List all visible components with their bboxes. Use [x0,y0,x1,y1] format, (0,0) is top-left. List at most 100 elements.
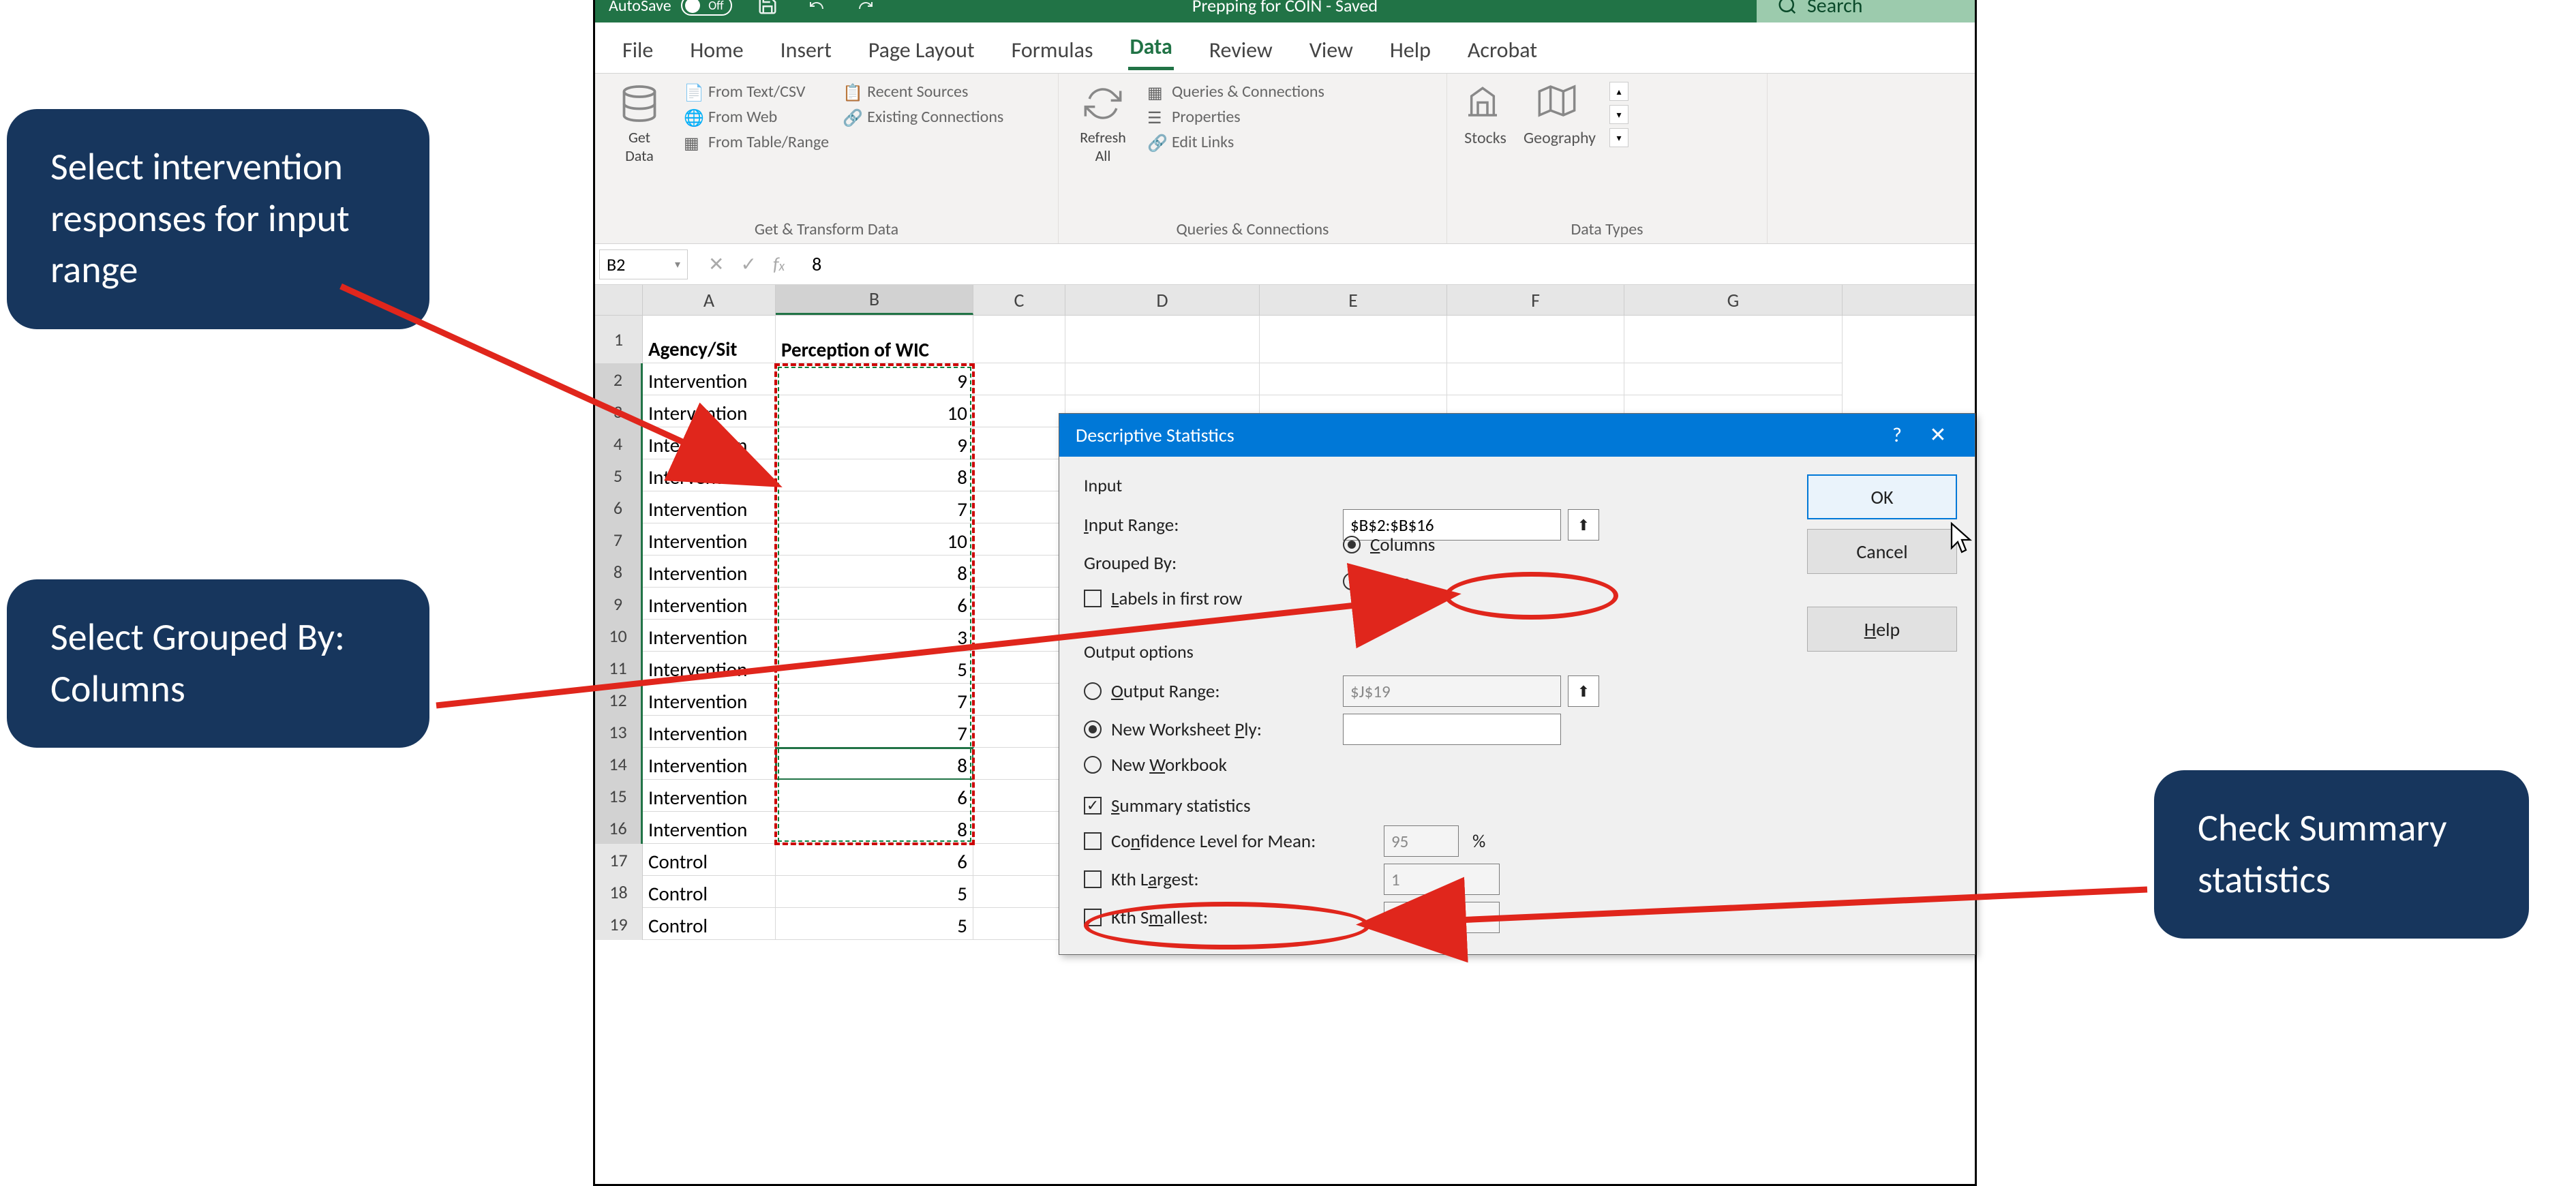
row-header[interactable]: 13 [595,716,643,748]
cell[interactable]: 6 [776,844,973,876]
row-header[interactable]: 5 [595,459,643,491]
cell[interactable]: Intervention [643,491,776,523]
tab-home[interactable]: Home [688,33,744,70]
cell[interactable]: Intervention [643,620,776,652]
output-range-field[interactable] [1343,675,1561,707]
tab-insert[interactable]: Insert [779,33,833,70]
help-button[interactable]: Help [1807,607,1957,652]
cancel-button[interactable]: Cancel [1807,529,1957,574]
cell[interactable] [973,588,1065,620]
properties[interactable]: ☰Properties [1147,107,1324,127]
cell[interactable]: 5 [776,652,973,684]
save-icon[interactable] [754,0,781,16]
cell[interactable]: 8 [776,748,973,780]
tab-file[interactable]: File [621,33,654,70]
tab-formulas[interactable]: Formulas [1010,33,1095,70]
row-header[interactable]: 14 [595,748,643,780]
cell[interactable]: Intervention [643,812,776,844]
range-selector-icon[interactable]: ⬆ [1568,675,1599,707]
row-header[interactable]: 12 [595,684,643,716]
cell[interactable]: Intervention [643,459,776,491]
refresh-all-button[interactable]: Refresh All [1072,82,1134,165]
cell[interactable]: Intervention [643,556,776,588]
tab-page-layout[interactable]: Page Layout [867,33,976,70]
cell[interactable] [1447,363,1624,395]
cell[interactable]: 7 [776,716,973,748]
row-header[interactable]: 1 [595,316,643,363]
cell[interactable] [973,876,1065,908]
cell[interactable] [973,748,1065,780]
cell[interactable] [1065,363,1260,395]
row-header[interactable]: 8 [595,556,643,588]
cell[interactable]: Control [643,844,776,876]
cell[interactable]: Agency/Sit [643,316,776,363]
select-all-corner[interactable] [595,285,643,315]
col-header-g[interactable]: G [1624,285,1843,315]
row-header[interactable]: 3 [595,395,643,427]
data-types-scroll[interactable]: ▴ ▾ ▾ [1609,82,1630,147]
new-workbook-radio[interactable]: New Workbook [1084,748,1787,781]
cell[interactable]: Intervention [643,716,776,748]
cell[interactable]: 10 [776,523,973,556]
row-header[interactable]: 11 [595,652,643,684]
row-header[interactable]: 18 [595,876,643,908]
grouped-columns-radio[interactable]: Columns [1343,528,1435,561]
cell[interactable]: 5 [776,876,973,908]
summary-statistics-checkbox[interactable]: Summary statistics [1084,789,1787,822]
cell[interactable]: 5 [776,908,973,940]
row-header[interactable]: 17 [595,844,643,876]
confidence-level-checkbox[interactable]: Confidence Level for Mean: [1084,825,1377,857]
cell[interactable] [973,684,1065,716]
recent-sources[interactable]: 📋Recent Sources [843,82,1003,102]
cell[interactable] [973,459,1065,491]
cell[interactable]: Intervention [643,523,776,556]
cell[interactable]: Intervention [643,780,776,812]
dialog-titlebar[interactable]: Descriptive Statistics ? ✕ [1059,414,1975,457]
cell[interactable]: Control [643,908,776,940]
cell[interactable]: 8 [776,459,973,491]
tab-view[interactable]: View [1308,33,1354,70]
col-header-d[interactable]: D [1065,285,1260,315]
row-header[interactable]: 19 [595,908,643,940]
row-header[interactable]: 10 [595,620,643,652]
range-selector-icon[interactable]: ⬆ [1568,509,1599,541]
cell[interactable] [1260,316,1447,363]
chevron-down-icon[interactable]: ▾ [675,258,680,271]
enter-formula-icon[interactable]: ✓ [740,252,756,276]
row-header[interactable]: 15 [595,780,643,812]
cell[interactable]: Intervention [643,395,776,427]
cell[interactable]: Intervention [643,588,776,620]
edit-links[interactable]: 🔗Edit Links [1147,132,1324,152]
geography-button[interactable]: Geography [1524,82,1596,148]
fx-icon[interactable]: fx [773,252,785,276]
cell[interactable] [1624,316,1843,363]
cell[interactable]: 9 [776,363,973,395]
row-header[interactable]: 4 [595,427,643,459]
queries-connections[interactable]: ▦Queries & Connections [1147,82,1324,102]
cell[interactable]: 8 [776,556,973,588]
cell[interactable]: 10 [776,395,973,427]
from-web[interactable]: 🌐From Web [684,107,829,127]
cell[interactable]: Intervention [643,363,776,395]
new-worksheet-radio[interactable]: New Worksheet Ply: [1084,713,1336,746]
col-header-c[interactable]: C [973,285,1065,315]
tab-review[interactable]: Review [1208,33,1274,70]
grouped-rows-radio[interactable]: Rows [1343,565,1435,598]
cell[interactable]: 6 [776,780,973,812]
search-box[interactable]: Search [1757,0,1975,22]
cancel-formula-icon[interactable]: ✕ [708,252,724,276]
cell[interactable]: Perception of WIC [776,316,973,363]
row-header[interactable]: 2 [595,363,643,395]
col-header-e[interactable]: E [1260,285,1447,315]
more-icon[interactable]: ▾ [1609,128,1628,147]
cell[interactable] [1065,316,1260,363]
close-icon[interactable]: ✕ [1918,423,1958,448]
cell[interactable]: Intervention [643,748,776,780]
output-range-radio[interactable]: Output Range: [1084,675,1336,708]
cell[interactable] [973,363,1065,395]
cell[interactable]: 3 [776,620,973,652]
name-box[interactable]: B2▾ [599,249,688,279]
chevron-down-icon[interactable]: ▾ [1609,105,1628,124]
col-header-a[interactable]: A [643,285,776,315]
kth-smallest-checkbox[interactable]: Kth Smallest: [1084,901,1377,934]
